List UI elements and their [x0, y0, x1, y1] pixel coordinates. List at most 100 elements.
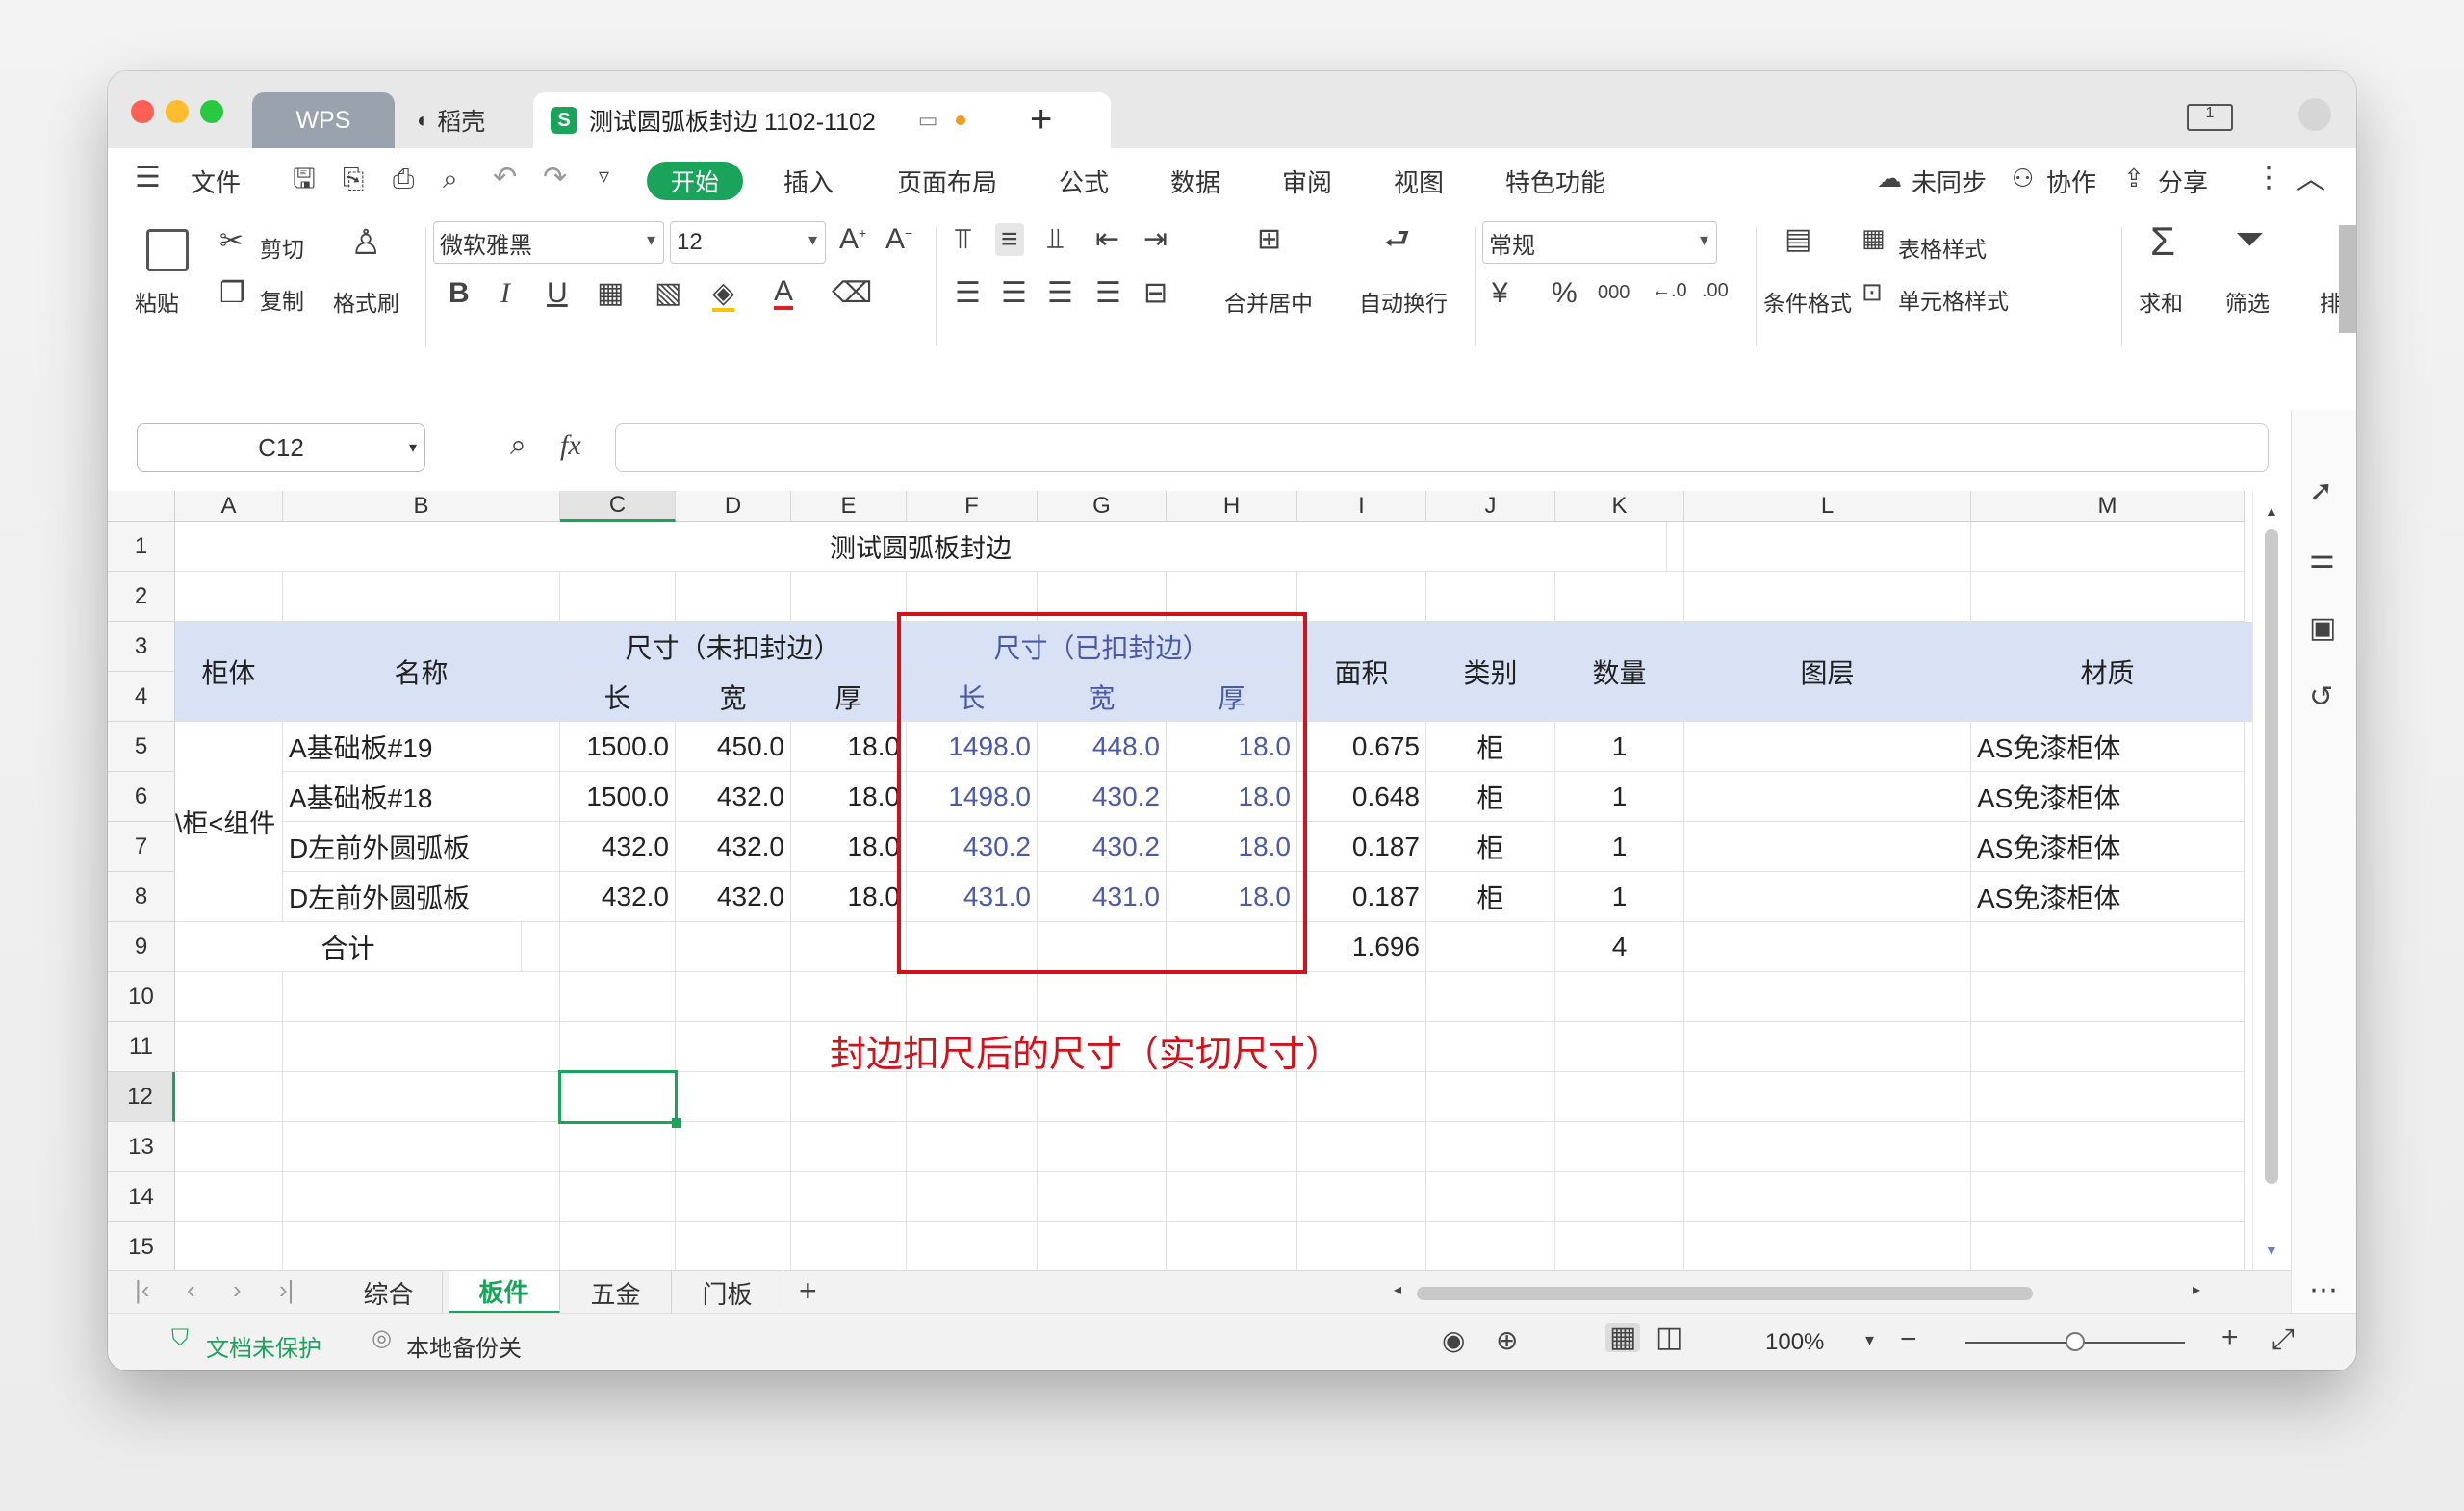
part-name-cell[interactable]: D左前外圆弧板 — [283, 822, 560, 872]
grid-cell[interactable] — [1426, 1172, 1555, 1222]
header-cabinet[interactable]: 柜体 — [175, 622, 283, 722]
grid-cell[interactable] — [1555, 1172, 1684, 1222]
paste-button[interactable]: 粘贴 — [135, 285, 179, 318]
material-cell[interactable]: AS免漆柜体 — [1971, 822, 2245, 872]
header-quantity[interactable]: 数量 — [1555, 622, 1684, 722]
grid-cell[interactable] — [1426, 972, 1555, 1022]
protection-status[interactable]: 文档未保护 — [206, 1329, 321, 1363]
align-left-icon[interactable]: ☰ — [955, 279, 981, 308]
normal-view-icon[interactable]: ▦ — [1605, 1323, 1641, 1352]
grid-cell[interactable] — [907, 1072, 1038, 1122]
header-name[interactable]: 名称 — [283, 622, 560, 722]
font-size-select[interactable]: 12 ▾ — [670, 221, 826, 264]
thousands-separator-icon[interactable]: 000 — [1598, 283, 1630, 302]
grid-cell[interactable] — [1684, 722, 1971, 772]
page-view-icon[interactable]: ◫ — [1656, 1323, 1682, 1352]
grid-cell[interactable] — [1297, 1222, 1426, 1270]
sheet-tab-panels[interactable]: 板件 — [449, 1271, 560, 1314]
monitor-icon[interactable]: ▭ — [918, 108, 938, 133]
grid-cell[interactable] — [283, 972, 560, 1022]
area-cell[interactable]: 0.187 — [1297, 872, 1426, 922]
grid-cell[interactable] — [560, 922, 676, 972]
grid-cell[interactable] — [1684, 922, 1971, 972]
grid-cell[interactable] — [1297, 972, 1426, 1022]
column-header-c[interactable]: C — [560, 491, 676, 522]
new-tab-button[interactable]: + — [1030, 98, 1052, 141]
filter-button[interactable]: 筛选 — [2225, 285, 2270, 318]
borders-icon[interactable]: ▦ — [597, 279, 624, 308]
zoom-in-icon[interactable]: + — [2221, 1323, 2239, 1352]
increase-font-icon[interactable]: A+ — [839, 225, 866, 254]
sync-status[interactable]: 未同步 — [1912, 164, 1987, 199]
grid-cell[interactable] — [1971, 1172, 2245, 1222]
grid-cell[interactable] — [1297, 1172, 1426, 1222]
row-header-11[interactable]: 11 — [108, 1022, 175, 1072]
selected-cell-c12[interactable] — [558, 1070, 678, 1124]
row-header-12[interactable]: 12 — [108, 1072, 175, 1122]
minimize-window-button[interactable] — [166, 100, 189, 123]
last-sheet-icon[interactable]: ›| — [279, 1277, 294, 1302]
clear-format-icon[interactable]: ⌫ — [832, 279, 872, 308]
category-cell[interactable]: 柜 — [1426, 722, 1555, 772]
image-icon[interactable]: ▣ — [2309, 614, 2336, 643]
header-raw-len[interactable]: 长 — [560, 672, 676, 722]
scroll-down-icon[interactable]: ▼ — [2265, 1243, 2278, 1257]
grid-cell[interactable] — [175, 1222, 283, 1270]
sheet-title[interactable]: 测试圆弧板封边 — [175, 522, 1667, 572]
grid-cell[interactable] — [175, 1072, 283, 1122]
grid-cell[interactable] — [1038, 972, 1167, 1022]
grid-cell[interactable] — [1426, 1072, 1555, 1122]
grid-cell[interactable] — [175, 1172, 283, 1222]
name-box[interactable]: C12 ▾ — [137, 423, 425, 472]
grid-cell[interactable] — [791, 572, 907, 622]
indent-decrease-icon[interactable]: ⇤ — [1095, 225, 1119, 254]
close-window-button[interactable] — [131, 100, 154, 123]
header-material[interactable]: 材质 — [1971, 622, 2245, 722]
grid-cell[interactable] — [560, 972, 676, 1022]
category-cell[interactable]: 柜 — [1426, 772, 1555, 822]
grid-cell[interactable] — [1426, 922, 1555, 972]
material-cell[interactable]: AS免漆柜体 — [1971, 772, 2245, 822]
align-center-icon[interactable]: ☰ — [1001, 279, 1027, 308]
grid-cell[interactable] — [1684, 1172, 1971, 1222]
grid-cell[interactable] — [1426, 1222, 1555, 1270]
raw-length-cell[interactable]: 1500.0 — [560, 772, 676, 822]
grid-cell[interactable] — [1684, 772, 1971, 822]
zoom-slider[interactable] — [1965, 1332, 2185, 1351]
fill-color-icon[interactable]: ◈ — [712, 279, 735, 312]
quick-access-dropdown-icon[interactable]: ▿ — [599, 166, 609, 187]
increase-decimal-icon[interactable]: ←.0 — [1652, 281, 1687, 300]
fill-pattern-icon[interactable]: ▧ — [654, 279, 681, 308]
grid-cell[interactable] — [676, 1022, 791, 1072]
grid-cell[interactable] — [1971, 1222, 2245, 1270]
select-cursor-icon[interactable]: ➚ — [2309, 477, 2333, 506]
cell-style-button[interactable]: 单元格样式 — [1898, 283, 2009, 316]
bold-icon[interactable]: B — [449, 279, 470, 308]
export-icon[interactable]: ⎘ — [343, 166, 364, 192]
grid-cell[interactable] — [676, 572, 791, 622]
menu-tab-data[interactable]: 数据 — [1170, 164, 1220, 199]
column-header-h[interactable]: H — [1167, 491, 1297, 522]
quantity-cell[interactable]: 1 — [1555, 822, 1684, 872]
save-icon[interactable]: 🖫 — [293, 166, 316, 192]
total-area-cell[interactable]: 1.696 — [1297, 922, 1426, 972]
row-header-13[interactable]: 13 — [108, 1122, 175, 1172]
paste-icon[interactable] — [146, 229, 189, 271]
vertical-scrollbar[interactable]: ▲ ▼ — [2252, 491, 2291, 1328]
spreadsheet-grid[interactable]: ABCDEFGHIJKLM1234567891011121314151617测试… — [108, 491, 2252, 1270]
raw-thickness-cell[interactable]: 18.0 — [791, 822, 907, 872]
column-header-l[interactable]: L — [1684, 491, 1971, 522]
grid-cell[interactable] — [1038, 1222, 1167, 1270]
part-name-cell[interactable]: D左前外圆弧板 — [283, 872, 560, 922]
fullscreen-icon[interactable]: ⤢ — [2272, 1325, 2295, 1354]
align-bottom-icon[interactable]: ⫫ — [1047, 225, 1064, 254]
table-style-button[interactable]: 表格样式 — [1898, 231, 1987, 264]
align-middle-icon[interactable]: ≡ — [995, 223, 1024, 256]
conditional-format-button[interactable]: 条件格式 — [1763, 285, 1852, 318]
area-cell[interactable]: 0.187 — [1297, 822, 1426, 872]
raw-thickness-cell[interactable]: 18.0 — [791, 772, 907, 822]
column-header-i[interactable]: I — [1297, 491, 1426, 522]
grid-cell[interactable] — [1684, 572, 1971, 622]
sum-button[interactable]: 求和 — [2139, 285, 2183, 318]
grid-cell[interactable] — [560, 1172, 676, 1222]
